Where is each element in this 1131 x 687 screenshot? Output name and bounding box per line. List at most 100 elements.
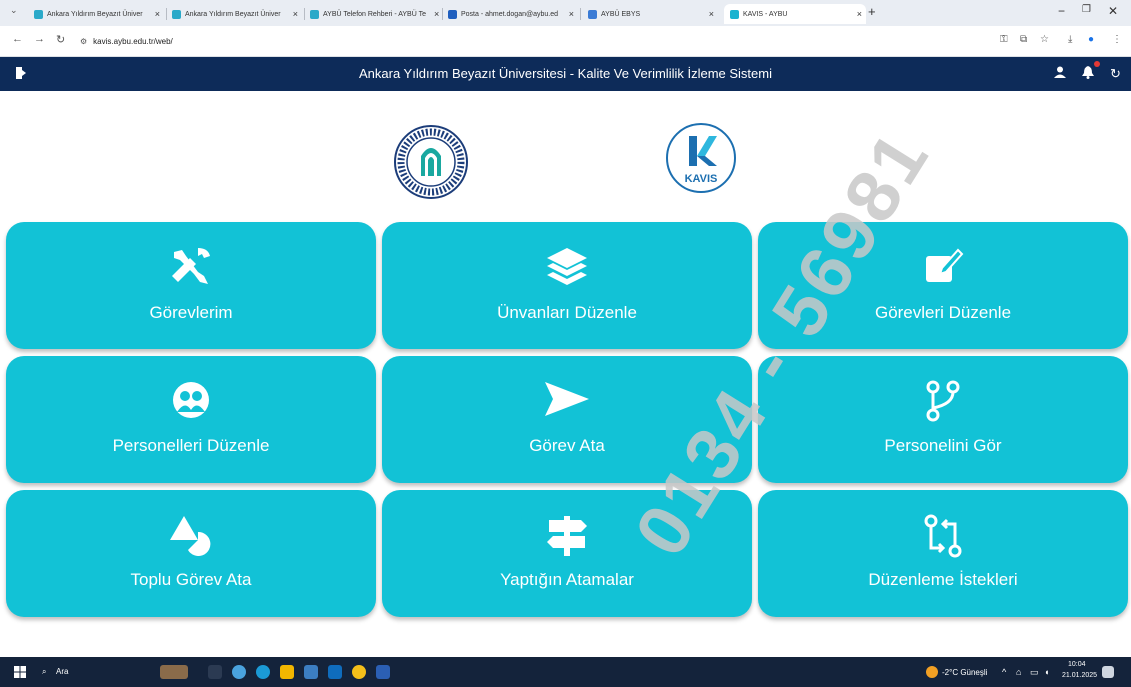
tools-icon [172,248,210,284]
browser-tab[interactable]: Posta - ahmet.dogan@aybu.ed × [448,4,578,24]
tile-label: Görevleri Düzenle [874,303,1012,322]
os-taskbar: ⌕ Ara -2°C Güneşli ^ ⌂ ▭ ◖ 10:04 21.01.2… [0,657,1131,687]
new-tab-icon[interactable]: + [868,4,876,19]
task-view-icon[interactable] [208,665,222,679]
back-icon[interactable]: ← [12,33,23,45]
reload-icon[interactable]: ↻ [56,33,65,46]
tab-label: Ankara Yıldırım Beyazıt Üniver [185,10,281,18]
taskbar-widget-icon[interactable] [160,665,188,679]
notification-center-icon[interactable] [1102,666,1114,678]
tile-personelleri-duzenle[interactable]: Personelleri Düzenle [6,356,376,483]
layers-icon [547,248,587,285]
tab-close-icon[interactable]: × [853,9,866,19]
tile-label: Görev Ata [529,436,605,455]
refresh-icon[interactable]: ↻ [1110,66,1121,82]
tile-gorev-ata[interactable]: Görev Ata [382,356,752,483]
tab-separator [580,8,581,20]
university-seal-logo [394,125,468,199]
tile-yaptigin-atamalar[interactable]: Yaptığın Atamalar [382,490,752,617]
clock-date[interactable]: 21.01.2025 [1062,672,1097,679]
send-icon [545,382,589,416]
browser-tab[interactable]: AYBÜ EBYS × [588,4,718,24]
tab-separator [304,8,305,20]
tab-label: Posta - ahmet.dogan@aybu.ed [461,10,559,18]
page-title: Ankara Yıldırım Beyazıt Üniversitesi - K… [358,66,772,81]
branch-icon [926,380,960,422]
tray-network-icon[interactable]: ⌂ [1016,667,1021,677]
close-window-icon[interactable]: ✕ [1108,4,1118,18]
browser-tab-active[interactable]: KAVIS - AYBU × [724,4,866,24]
windows-start-icon[interactable] [14,666,26,678]
tab-close-icon[interactable]: × [151,9,164,19]
file-explorer-icon[interactable] [280,665,294,679]
browser-tab[interactable]: Ankara Yıldırım Beyazıt Üniver × [172,4,302,24]
weather-text[interactable]: -2°C Güneşli [942,668,987,677]
kavis-logo-text: KAVIS [685,173,718,185]
notification-badge [1094,61,1100,67]
kavis-logo: KAVIS [666,123,736,193]
edge-icon[interactable] [256,665,270,679]
bookmark-star-icon[interactable]: ☆ [1040,34,1049,45]
minimize-icon[interactable]: − [1058,4,1065,18]
user-icon[interactable] [1054,66,1066,81]
word-icon[interactable] [376,665,390,679]
tab-close-icon[interactable]: × [430,9,440,19]
tray-display-icon[interactable]: ▭ [1030,667,1039,678]
users-icon [173,382,209,418]
site-settings-icon[interactable]: ⚙ [80,37,87,46]
tile-label: Görevlerim [149,303,233,322]
signpost-icon [547,516,587,556]
tab-label: KAVIS - AYBU [743,10,788,18]
tab-label: AYBÜ Telefon Rehberi - AYBÜ Te [323,10,426,18]
translate-icon[interactable]: ⧉ [1020,34,1027,45]
tile-label: Personelini Gör [884,436,1002,455]
edit-icon [926,248,964,282]
tile-label: Düzenleme İstekleri [868,570,1018,589]
tab-favicon-icon [172,9,181,19]
browser-tab[interactable]: AYBÜ Telefon Rehberi - AYBÜ Te × [310,4,440,24]
taskbar-search-icon[interactable]: ⌕ [42,667,46,677]
address-bar-row: ← → ↻ ⚙ kavis.aybu.edu.tr/web/ ⚿ ⧉ ☆ ⤓ ●… [0,26,1131,57]
tile-label: Yaptığın Atamalar [500,570,634,589]
tile-duzenleme-istekleri[interactable]: Düzenleme İstekleri [758,490,1128,617]
outlook-favicon-icon [448,9,457,19]
tile-toplu-gorev-ata[interactable]: Toplu Görev Ata [6,490,376,617]
tray-chevron-icon[interactable]: ^ [1002,667,1006,677]
weather-sun-icon[interactable] [926,666,938,678]
tile-label: Toplu Görev Ata [130,570,252,589]
browser-menu-icon[interactable]: ⋮ [1112,34,1122,45]
tab-close-icon[interactable]: × [289,9,302,19]
outlook-icon[interactable] [328,665,342,679]
tile-personelini-gor[interactable]: Personelini Gör [758,356,1128,483]
browser-tab-strip: ⌄ Ankara Yıldırım Beyazıt Üniver × Ankar… [0,0,1131,26]
password-key-icon[interactable]: ⚿ [1000,34,1008,45]
download-icon[interactable]: ⤓ [1068,34,1072,45]
url-text: kavis.aybu.edu.tr/web/ [93,36,173,46]
url-field[interactable]: ⚙ kavis.aybu.edu.tr/web/ [80,31,960,51]
chrome-icon[interactable] [352,665,366,679]
restore-icon[interactable]: ❐ [1082,4,1091,15]
clock-time[interactable]: 10:04 [1068,661,1086,668]
tab-close-icon[interactable]: × [705,9,718,19]
taskbar-search-label[interactable]: Ara [56,667,68,676]
tab-favicon-icon [34,9,43,19]
notification-bell-icon[interactable] [1082,66,1094,82]
forward-icon[interactable]: → [34,33,45,45]
tab-separator [442,8,443,20]
pull-request-icon [924,514,962,558]
tab-list-icon[interactable]: ⌄ [10,5,18,16]
tab-favicon-icon [310,9,319,19]
tile-gorevleri-duzenle[interactable]: Görevleri Düzenle [758,222,1128,349]
tab-close-icon[interactable]: × [565,9,578,19]
shapes-icon [170,516,211,556]
store-icon[interactable] [304,665,318,679]
tile-unvanlari-duzenle[interactable]: Ünvanları Düzenle [382,222,752,349]
tab-label: Ankara Yıldırım Beyazıt Üniver [47,10,143,18]
app-header: Ankara Yıldırım Beyazıt Üniversitesi - K… [0,57,1131,91]
copilot-icon[interactable] [232,665,246,679]
tray-volume-icon[interactable]: ◖ [1044,667,1049,677]
tile-label: Personelleri Düzenle [112,436,270,455]
profile-icon[interactable]: ● [1088,34,1094,45]
tile-gorevlerim[interactable]: Görevlerim [6,222,376,349]
browser-tab[interactable]: Ankara Yıldırım Beyazıt Üniver × [34,4,164,24]
